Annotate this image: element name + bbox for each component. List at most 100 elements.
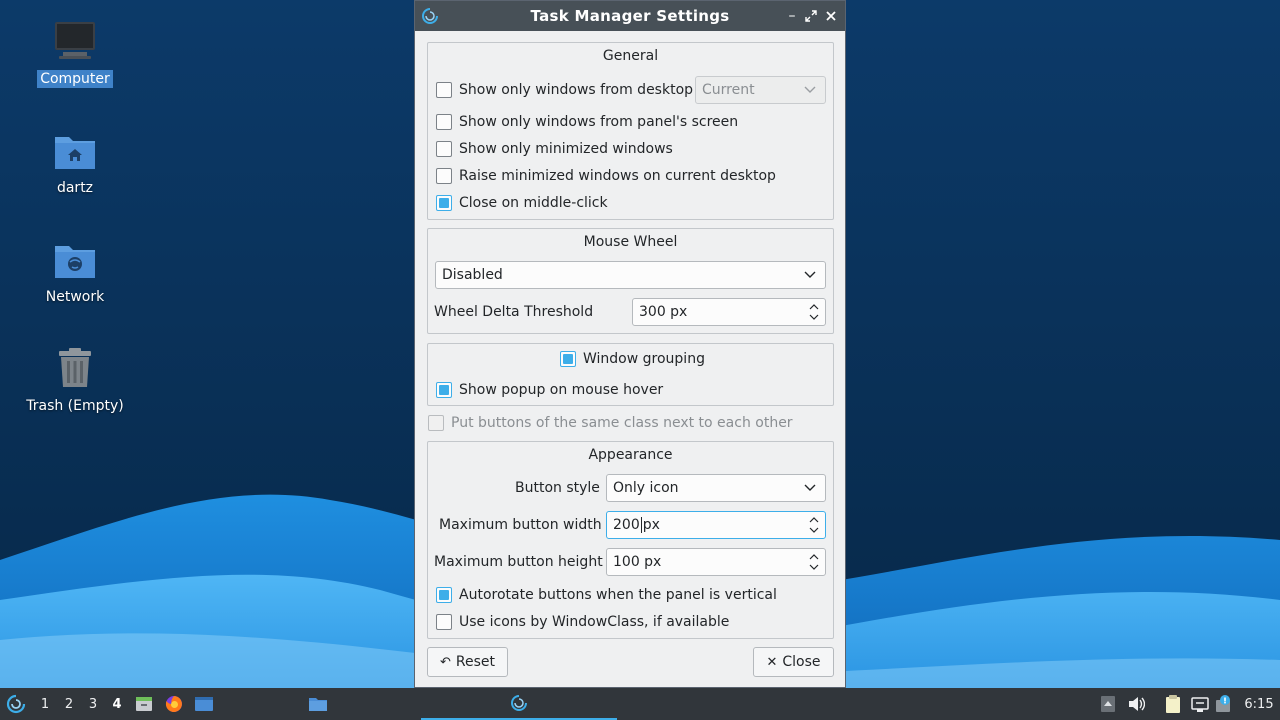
text-cursor xyxy=(640,517,642,533)
max-height-label: Maximum button height xyxy=(434,554,603,570)
dialog-title: Task Manager Settings xyxy=(530,7,730,25)
show-from-desktop-checkbox[interactable]: Show only windows from desktop xyxy=(436,80,693,100)
close-icon: ✕ xyxy=(766,654,778,670)
checkbox[interactable] xyxy=(436,114,452,130)
desktop-icon-network[interactable]: Network xyxy=(20,236,130,306)
network-wired-icon xyxy=(1191,697,1209,712)
checkbox-label: Show only minimized windows xyxy=(459,141,673,157)
windowclass-icons-checkbox[interactable]: Use icons by WindowClass, if available xyxy=(436,612,729,632)
network-status-button[interactable] xyxy=(1189,688,1211,720)
mouse-wheel-select[interactable]: Disabled xyxy=(435,261,826,289)
close-button[interactable]: ✕ Close xyxy=(753,647,834,677)
checkbox-label: Show popup on mouse hover xyxy=(459,382,664,398)
wheel-threshold-value: 300 px xyxy=(639,304,688,320)
task-manager-settings-dialog: Task Manager Settings – General Show onl… xyxy=(414,0,846,688)
max-height-value: 100 px xyxy=(613,554,662,570)
desktop-icon-home[interactable]: dartz xyxy=(20,127,130,197)
trash-icon xyxy=(51,345,99,393)
button-style-label: Button style xyxy=(515,480,600,496)
show-popup-checkbox[interactable]: Show popup on mouse hover xyxy=(436,380,663,400)
general-group: General Show only windows from desktop C… xyxy=(427,42,834,220)
spin-arrows-icon[interactable] xyxy=(808,515,820,535)
desktop-icon-computer[interactable]: Computer xyxy=(20,18,130,88)
maximize-button[interactable] xyxy=(802,6,820,26)
folder-launcher[interactable] xyxy=(305,688,331,720)
desktop-icon-label: Network xyxy=(45,289,105,305)
updates-button[interactable] xyxy=(1214,688,1234,720)
clock[interactable]: 6:15 xyxy=(1243,688,1275,720)
checkbox[interactable] xyxy=(560,351,576,367)
appearance-group: Appearance Button style Only icon Maximu… xyxy=(427,441,834,639)
wheel-threshold-label: Wheel Delta Threshold xyxy=(434,304,594,320)
desktop-select[interactable]: Current xyxy=(695,76,826,104)
task-button-task-manager-settings[interactable] xyxy=(421,688,617,720)
workspace-4[interactable]: 4 xyxy=(106,688,128,720)
maximize-icon xyxy=(805,10,817,22)
close-label: Close xyxy=(782,654,821,670)
spin-arrows-icon[interactable] xyxy=(808,302,820,322)
chevron-down-icon xyxy=(804,86,816,93)
window-grouping-group: Window grouping Show popup on mouse hove… xyxy=(427,343,834,406)
firefox-launcher[interactable] xyxy=(163,688,185,720)
button-style-value: Only icon xyxy=(613,480,679,496)
undo-icon: ↶ xyxy=(439,654,451,670)
spin-arrows-icon[interactable] xyxy=(808,552,820,572)
reset-button[interactable]: ↶ Reset xyxy=(427,647,508,677)
checkbox[interactable] xyxy=(436,587,452,603)
main-menu-button[interactable] xyxy=(4,688,28,720)
clipboard-button[interactable] xyxy=(1162,688,1184,720)
appearance-group-title: Appearance xyxy=(588,447,673,463)
max-width-spinbox[interactable]: 200 px xyxy=(606,511,826,539)
file-manager-launcher[interactable] xyxy=(133,688,155,720)
desktop-icon-label: dartz xyxy=(56,180,94,196)
show-minimized-checkbox[interactable]: Show only minimized windows xyxy=(436,139,673,159)
close-icon xyxy=(826,11,836,21)
lxqt-logo-icon xyxy=(511,695,527,711)
workspace-2[interactable]: 2 xyxy=(58,688,80,720)
checkbox-label: Window grouping xyxy=(583,351,705,367)
close-middle-click-checkbox[interactable]: Close on middle-click xyxy=(436,193,608,213)
checkbox[interactable] xyxy=(436,614,452,630)
mouse-wheel-select-value: Disabled xyxy=(442,267,503,283)
minimize-button[interactable]: – xyxy=(783,6,801,26)
max-width-value: 200 xyxy=(613,517,640,533)
file-cabinet-icon xyxy=(136,697,152,711)
checkbox[interactable] xyxy=(436,168,452,184)
same-class-checkbox[interactable]: Put buttons of the same class next to ea… xyxy=(428,413,793,433)
desktop-icon-trash[interactable]: Trash (Empty) xyxy=(20,345,130,415)
window-icon xyxy=(195,697,213,711)
tray-scroll-button[interactable] xyxy=(1098,688,1118,720)
desktop-select-value: Current xyxy=(702,82,755,98)
chevron-down-icon xyxy=(804,484,816,491)
max-width-label: Maximum button width xyxy=(439,517,602,533)
checkbox[interactable] xyxy=(436,195,452,211)
show-from-screen-checkbox[interactable]: Show only windows from panel's screen xyxy=(436,112,738,132)
window-grouping-checkbox[interactable]: Window grouping xyxy=(560,349,705,369)
lxqt-logo-icon xyxy=(6,694,26,714)
checkbox[interactable] xyxy=(428,415,444,431)
desktop-switch-launcher[interactable] xyxy=(192,688,216,720)
title-bar[interactable]: Task Manager Settings – xyxy=(415,1,845,31)
network-folder-icon xyxy=(51,236,99,284)
raise-minimized-checkbox[interactable]: Raise minimized windows on current deskt… xyxy=(436,166,776,186)
checkbox[interactable] xyxy=(436,82,452,98)
button-style-select[interactable]: Only icon xyxy=(606,474,826,502)
checkbox[interactable] xyxy=(436,382,452,398)
chevron-down-icon xyxy=(804,271,816,278)
max-width-unit: px xyxy=(642,517,660,533)
general-group-title: General xyxy=(602,48,659,64)
close-window-button[interactable] xyxy=(822,6,840,26)
max-height-spinbox[interactable]: 100 px xyxy=(606,548,826,576)
workspace-3[interactable]: 3 xyxy=(82,688,104,720)
wheel-threshold-spinbox[interactable]: 300 px xyxy=(632,298,826,326)
checkbox-label: Show only windows from panel's screen xyxy=(459,114,739,130)
lxqt-logo-icon xyxy=(421,7,439,25)
autorotate-checkbox[interactable]: Autorotate buttons when the panel is ver… xyxy=(436,585,777,605)
clipboard-icon xyxy=(1166,695,1180,713)
info-icon xyxy=(1216,695,1230,712)
workspace-1[interactable]: 1 xyxy=(34,688,56,720)
folder-icon xyxy=(309,698,327,711)
checkbox[interactable] xyxy=(436,141,452,157)
volume-button[interactable] xyxy=(1125,688,1147,720)
home-folder-icon xyxy=(51,127,99,175)
